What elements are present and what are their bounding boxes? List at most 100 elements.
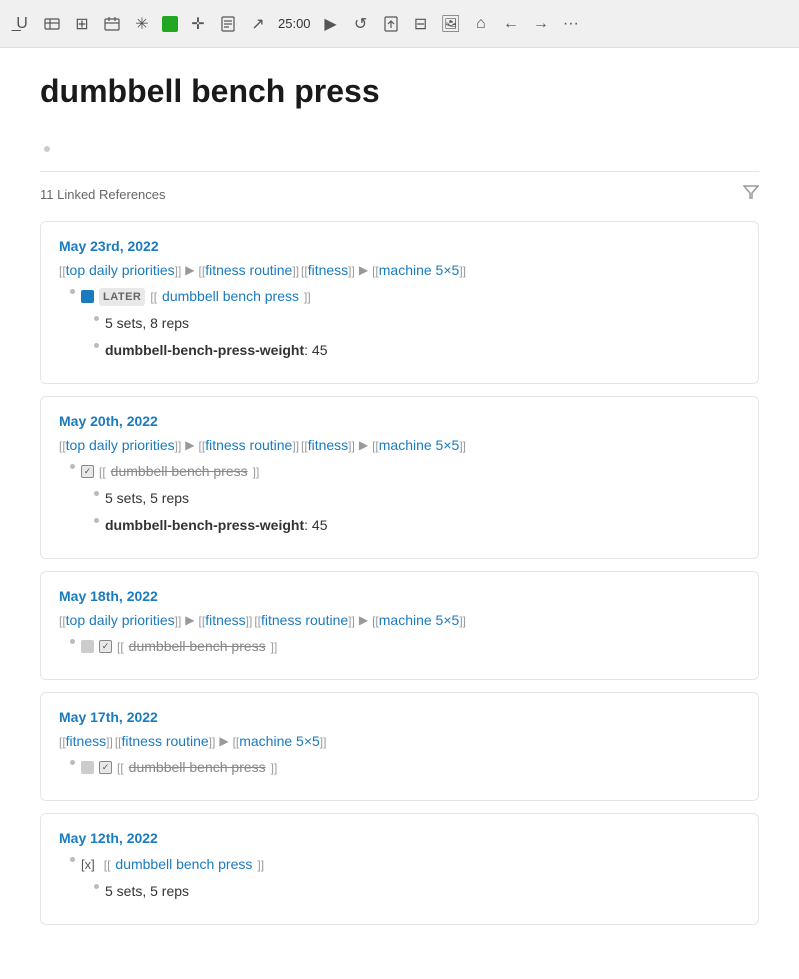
refresh-icon[interactable]: ↺: [351, 14, 371, 34]
bullet-list: [[dumbbell bench press]]: [59, 636, 740, 657]
ref-date[interactable]: May 23rd, 2022: [59, 238, 740, 254]
upload-icon[interactable]: [381, 16, 401, 32]
bullet-marker: [63, 757, 81, 765]
bullet-item: [[dumbbell bench press]]: [59, 636, 740, 657]
asterisk-icon[interactable]: ✳: [132, 14, 152, 34]
breadcrumb-link[interactable]: top daily priorities: [66, 612, 175, 628]
open-bracket: [[: [372, 264, 379, 278]
close-bracket: ]]: [348, 439, 355, 453]
breadcrumb-link-wrapper: [[machine 5×5]]: [372, 437, 466, 453]
item-link[interactable]: dumbbell bench press: [162, 286, 299, 307]
breadcrumb-link[interactable]: machine 5×5: [379, 262, 460, 278]
ref-date[interactable]: May 20th, 2022: [59, 413, 740, 429]
breadcrumb-link-wrapper: [[fitness routine]]: [115, 733, 216, 749]
calendar-icon[interactable]: [102, 16, 122, 32]
later-badge: LATER: [99, 288, 145, 307]
item-link[interactable]: dumbbell bench press: [115, 854, 252, 875]
breadcrumb-link[interactable]: top daily priorities: [66, 262, 175, 278]
breadcrumb-link-wrapper: [[fitness]]: [301, 437, 355, 453]
checked-sub-checkbox[interactable]: [99, 640, 112, 653]
breadcrumb-link[interactable]: fitness: [66, 733, 106, 749]
breadcrumb-link[interactable]: fitness routine: [121, 733, 208, 749]
breadcrumb-link[interactable]: machine 5×5: [379, 437, 460, 453]
close-bracket: ]]: [246, 614, 253, 628]
value-text: : 45: [304, 517, 327, 533]
breadcrumb-link[interactable]: fitness routine: [205, 262, 292, 278]
underline-icon[interactable]: ̲U: [12, 15, 32, 33]
bullet-dot: [70, 639, 75, 644]
breadcrumb-link-wrapper: [[top daily priorities]]: [59, 262, 181, 278]
breadcrumb-link[interactable]: fitness: [205, 612, 245, 628]
open-bracket: [[: [301, 264, 308, 278]
breadcrumb-link[interactable]: fitness routine: [205, 437, 292, 453]
bullet-content: 5 sets, 5 reps: [105, 881, 740, 902]
breadcrumb-link-wrapper: [[fitness routine]]: [199, 437, 300, 453]
item-link-strikethrough[interactable]: dumbbell bench press: [129, 757, 266, 778]
breadcrumb-link[interactable]: fitness: [308, 437, 348, 453]
ref-date[interactable]: May 17th, 2022: [59, 709, 740, 725]
home-icon[interactable]: ⌂: [471, 15, 491, 33]
bullet-marker: [87, 313, 105, 321]
breadcrumb-link[interactable]: fitness routine: [261, 612, 348, 628]
value-text: : 45: [304, 342, 327, 358]
gray-checked-wrap: [[dumbbell bench press]]: [81, 636, 740, 657]
close-bracket: ]]: [253, 463, 260, 481]
bullet-marker: [87, 881, 105, 889]
breadcrumb-sep: ▶: [359, 263, 368, 277]
filter-icon[interactable]: [743, 184, 759, 205]
breadcrumb-sep: ▶: [185, 613, 194, 627]
doc-icon[interactable]: [218, 16, 238, 32]
linked-refs-header: 11 Linked References: [40, 171, 759, 213]
item-link-strikethrough[interactable]: dumbbell bench press: [129, 636, 266, 657]
blue-checkbox[interactable]: [81, 290, 94, 303]
bullet-item: [x][[dumbbell bench press]]: [59, 854, 740, 875]
breadcrumb-link-wrapper: [[machine 5×5]]: [372, 612, 466, 628]
bullet-content: [[dumbbell bench press]]: [81, 757, 740, 778]
table-icon[interactable]: [42, 16, 62, 32]
ref-date[interactable]: May 18th, 2022: [59, 588, 740, 604]
close-bracket: ]]: [175, 614, 182, 628]
sub-bullet-dot: [94, 491, 99, 496]
done-x-badge: [x]: [81, 855, 95, 875]
bullet-content: dumbbell-bench-press-weight: 45: [105, 515, 740, 536]
bullet-marker: [63, 854, 81, 862]
breadcrumb-link[interactable]: machine 5×5: [379, 612, 460, 628]
grid-icon[interactable]: ⊞: [72, 14, 92, 34]
item-link-strikethrough[interactable]: dumbbell bench press: [111, 461, 248, 482]
breadcrumb-link[interactable]: fitness: [308, 262, 348, 278]
breadcrumb-link[interactable]: top daily priorities: [66, 437, 175, 453]
open-bracket: [[: [104, 856, 111, 874]
timer-value: 25:00: [278, 16, 311, 31]
green-square-icon[interactable]: [162, 16, 178, 32]
toolbar: ̲U ⊞ ✳ ✛ ↗ 25:00 ▶ ↺: [0, 0, 799, 48]
forward-icon[interactable]: →: [531, 15, 551, 33]
cursor-icon[interactable]: ↗: [248, 14, 268, 34]
gray-checkbox[interactable]: [81, 640, 94, 653]
checked-checkbox-icon[interactable]: [81, 465, 94, 478]
ref-card: May 17th, 2022[[fitness]][[fitness routi…: [40, 692, 759, 801]
breadcrumb-link[interactable]: machine 5×5: [239, 733, 320, 749]
key-text: dumbbell-bench-press-weight: [105, 342, 304, 358]
back-icon[interactable]: ←: [501, 15, 521, 33]
close-bracket: ]]: [292, 439, 299, 453]
bullet-content: [[dumbbell bench press]]: [81, 461, 740, 482]
more-icon[interactable]: ···: [561, 15, 581, 33]
ref-card: May 20th, 2022[[top daily priorities]]▶[…: [40, 396, 759, 559]
gray-checkbox[interactable]: [81, 761, 94, 774]
bullet-marker: [63, 636, 81, 644]
crosshair-icon[interactable]: ✛: [188, 14, 208, 34]
bullet-item: 5 sets, 5 reps: [83, 488, 740, 509]
bullet-dot: [70, 857, 75, 862]
image-icon[interactable]: 🖼: [441, 14, 461, 34]
bullet-item: dumbbell-bench-press-weight: 45: [83, 340, 740, 361]
close-bracket: ]]: [292, 264, 299, 278]
checked-sub-checkbox[interactable]: [99, 761, 112, 774]
ref-date[interactable]: May 12th, 2022: [59, 830, 740, 846]
timer-display: 25:00: [278, 16, 311, 31]
open-bracket: [[: [59, 264, 66, 278]
open-bracket: [[: [150, 288, 157, 306]
layout-icon[interactable]: ⊟: [411, 14, 431, 34]
play-icon[interactable]: ▶: [321, 14, 341, 34]
bullet-item: 5 sets, 8 reps: [83, 313, 740, 334]
bullet-item: [[dumbbell bench press]]: [59, 461, 740, 482]
